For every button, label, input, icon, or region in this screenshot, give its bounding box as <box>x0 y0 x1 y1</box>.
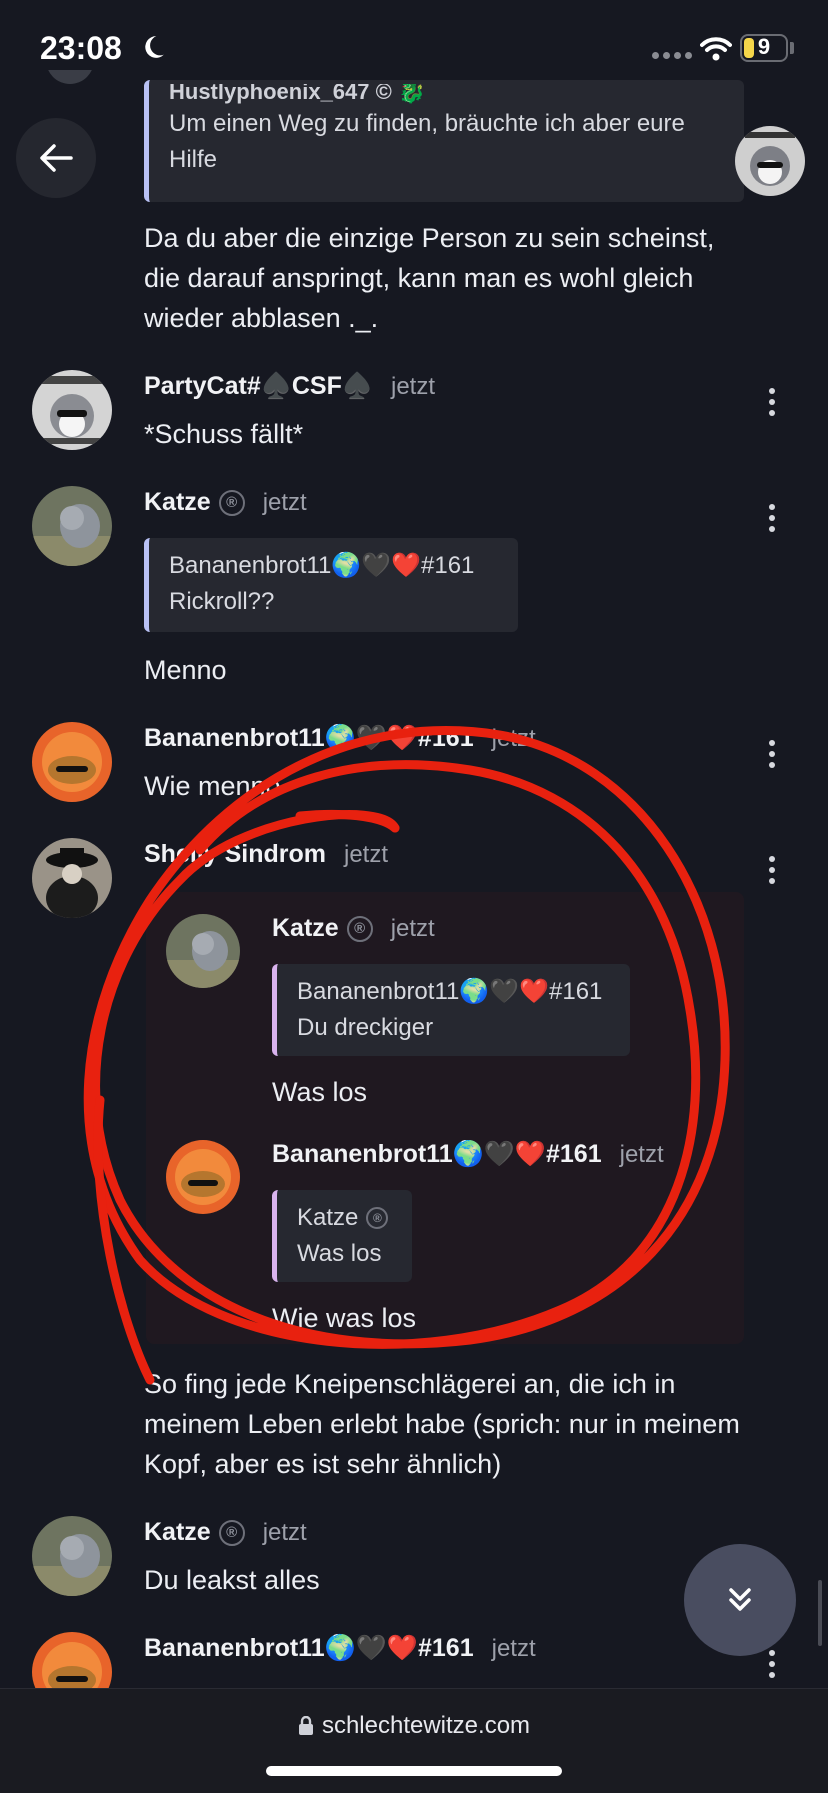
message-text: So fing jede Kneipenschlägerei an, die i… <box>144 1369 740 1479</box>
avatar <box>166 914 240 988</box>
reply-quote[interactable]: Hustlyphoenix_647 © 🐉 Um einen Weg zu fi… <box>144 80 744 202</box>
avatar[interactable] <box>32 370 112 450</box>
more-options-button[interactable] <box>762 500 782 536</box>
message-header: Bananenbrot11🌍🖤❤️#161 jetzt <box>272 1140 692 1169</box>
moon-icon <box>145 36 164 58</box>
username[interactable]: Bananenbrot11🌍🖤❤️#161 <box>144 1634 474 1663</box>
quote-author: Bananenbrot11🌍🖤❤️#161 <box>169 552 475 579</box>
battery-nub <box>790 42 794 54</box>
timestamp: jetzt <box>262 1518 307 1546</box>
reply-quote: Katze ® Was los <box>272 1190 412 1282</box>
address-bar[interactable]: schlechtewitze.com <box>0 1712 828 1740</box>
lock-icon <box>298 1716 313 1735</box>
registered-badge: ® <box>346 915 373 942</box>
registered-badge: ® <box>218 489 245 516</box>
scroll-to-bottom-button[interactable] <box>684 1544 796 1656</box>
timestamp: jetzt <box>491 724 536 752</box>
message-text: Menno <box>144 655 227 685</box>
username: Bananenbrot11🌍🖤❤️#161 <box>272 1140 602 1168</box>
more-options-button[interactable] <box>762 1646 782 1682</box>
quote-author: Bananenbrot11🌍🖤❤️#161 <box>297 978 603 1005</box>
username[interactable]: Bananenbrot11🌍🖤❤️#161 <box>144 724 474 753</box>
timestamp: jetzt <box>390 914 435 942</box>
browser-toolbar <box>0 1688 828 1793</box>
quote-author: Katze <box>297 1204 359 1231</box>
message-text: Wie menno <box>144 771 281 801</box>
username[interactable]: Shelly Sindrom <box>144 840 326 869</box>
username[interactable]: PartyCat#♠️CSF♠️ <box>144 372 373 401</box>
avatar <box>166 1140 240 1214</box>
wifi-icon <box>700 37 732 61</box>
message-header: PartyCat#♠️CSF♠️ jetzt <box>144 372 435 401</box>
reply-quote[interactable]: Bananenbrot11🌍🖤❤️#161 Rickroll?? <box>144 538 518 632</box>
message-text: Was los <box>272 1077 368 1107</box>
message-header: Katze ® jetzt <box>144 1518 307 1547</box>
back-button[interactable] <box>16 118 96 198</box>
message-header: Bananenbrot11🌍🖤❤️#161 jetzt <box>144 1634 536 1663</box>
battery-level: 9 <box>757 34 771 59</box>
registered-badge: ® <box>218 1519 245 1546</box>
avatar[interactable] <box>32 486 112 566</box>
more-options-button[interactable] <box>762 736 782 772</box>
message-header: Katze ® jetzt <box>144 488 307 517</box>
arrow-left-icon <box>40 144 73 172</box>
more-options-button[interactable] <box>762 384 782 420</box>
avatar[interactable] <box>32 1516 112 1596</box>
scrollbar[interactable] <box>818 1580 822 1646</box>
username[interactable]: Katze <box>144 488 211 517</box>
timestamp: jetzt <box>390 372 435 400</box>
quote-author-row: Katze ® <box>297 1200 392 1236</box>
status-time: 23:08 <box>40 30 122 66</box>
registered-badge: ® <box>366 1207 389 1229</box>
avatar[interactable] <box>735 126 805 196</box>
reply-quote: Bananenbrot11🌍🖤❤️#161 Du dreckiger <box>272 964 630 1056</box>
username[interactable]: Katze <box>144 1518 211 1547</box>
avatar[interactable] <box>32 838 112 918</box>
username: Katze <box>272 914 339 942</box>
more-options-button[interactable] <box>762 852 782 888</box>
message-header: Katze ® jetzt <box>272 914 435 943</box>
timestamp: jetzt <box>491 1634 536 1662</box>
partial-avatar <box>46 70 94 98</box>
url-text: schlechtewitze.com <box>321 1712 531 1739</box>
message-text: Du leakst alles <box>144 1565 320 1595</box>
message-text: *Schuss fällt* <box>144 419 304 449</box>
chevrons-down-icon <box>729 1588 751 1611</box>
message-text: Wie was los <box>272 1303 417 1333</box>
timestamp: jetzt <box>262 488 307 516</box>
quote-text: Rickroll?? <box>169 588 275 615</box>
quote-text: Was los <box>297 1240 382 1267</box>
message-text: Da du aber die einzige Person zu sein sc… <box>144 223 715 333</box>
quote-author: Hustlyphoenix_647 © 🐉 <box>169 84 426 104</box>
quote-text: Du dreckiger <box>297 1014 434 1041</box>
timestamp: jetzt <box>343 840 388 868</box>
battery-icon: 9 <box>740 34 788 62</box>
timestamp: jetzt <box>619 1140 664 1168</box>
home-indicator[interactable] <box>266 1766 562 1776</box>
message-header: Bananenbrot11🌍🖤❤️#161 jetzt <box>144 724 536 753</box>
avatar[interactable] <box>32 722 112 802</box>
message-header: Shelly Sindrom jetzt <box>144 840 388 869</box>
cellular-signal-icon <box>652 52 692 59</box>
quote-text: Um einen Weg zu finden, bräuchte ich abe… <box>169 110 685 173</box>
